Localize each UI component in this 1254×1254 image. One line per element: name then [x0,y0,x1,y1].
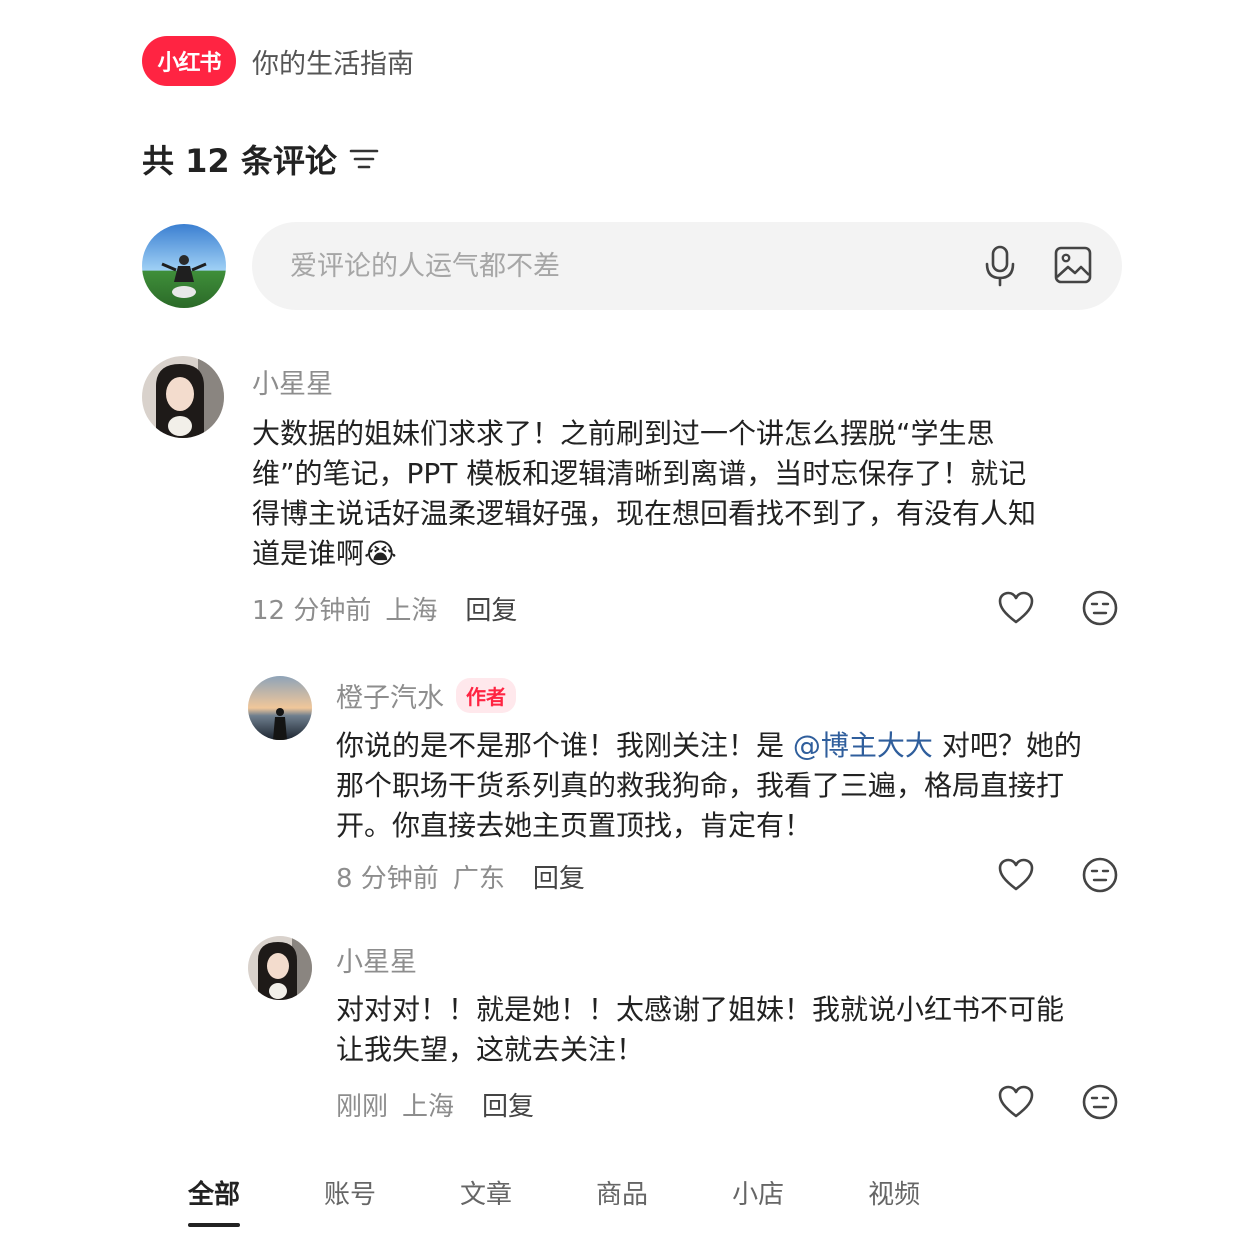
commenter-avatar[interactable] [248,936,312,1000]
xiaohongshu-logo[interactable]: 小红书 [142,36,236,86]
comment-meta: 8 分钟前 广东 回复 [336,858,585,895]
comment-time: 12 分钟前 [252,596,372,626]
dislike-face-icon[interactable] [1082,590,1118,626]
like-heart-icon[interactable] [998,591,1034,625]
comment-text-part: 你说的是不是那个谁！我刚关注！是 [336,729,793,762]
comment-location: 上海 [385,596,438,626]
reply-button[interactable]: 回复 [482,1086,534,1123]
dislike-face-icon[interactable] [1082,1084,1118,1120]
app-slogan: 你的生活指南 [252,48,414,80]
comment-text: 大数据的姐妹们求求了！之前刷到过一个讲怎么摆脱“学生思维”的笔记，PPT 模板和… [252,417,1037,570]
commenter-name: 橙子汽水 作者 [336,676,516,715]
dislike-face-icon[interactable] [1082,857,1118,893]
comment-text: 对对对！！就是她！！太感谢了姐妹！我就说小红书不可能让我失望，这就去关注！ [336,993,1065,1066]
tab-products[interactable]: 商品 [596,1174,648,1211]
reply-button[interactable]: 回复 [465,590,517,627]
comment-meta: 12 分钟前 上海 回复 [252,590,517,627]
like-heart-icon[interactable] [998,1085,1034,1119]
comment-count: 共 12 条评论 [142,142,337,180]
sort-filter-icon[interactable] [349,147,379,171]
tab-videos[interactable]: 视频 [868,1174,920,1211]
tab-shops[interactable]: 小店 [732,1174,784,1211]
comments-header: 共 12 条评论 [142,136,379,182]
comment-input-box[interactable] [252,222,1122,310]
microphone-icon[interactable] [982,244,1018,288]
my-avatar[interactable] [142,224,226,308]
commenter-name[interactable]: 小星星 [336,940,417,979]
mention-link[interactable]: @博主大大 [793,729,933,762]
comment-location: 上海 [402,1092,455,1122]
reply-button[interactable]: 回复 [533,858,585,895]
commenter-avatar[interactable] [142,356,224,438]
comment-text: 你说的是不是那个谁！我刚关注！是 @博主大大 对吧？她的那个职场干货系列真的救我… [336,726,1096,846]
commenter-name-text[interactable]: 橙子汽水 [336,676,444,715]
commenter-avatar[interactable] [248,676,312,740]
comment-composer [142,222,1122,310]
commenter-name[interactable]: 小星星 [252,362,333,401]
tab-all[interactable]: 全部 [188,1174,241,1227]
app-header: 小红书 你的生活指南 [142,36,414,86]
comment-location: 广东 [452,864,505,894]
tab-articles[interactable]: 文章 [460,1174,512,1211]
comment-input[interactable] [290,250,930,282]
comment-meta: 刚刚 上海 回复 [336,1086,534,1123]
comment-time: 8 分钟前 [336,864,439,894]
tab-accounts[interactable]: 账号 [324,1174,376,1211]
comment-time: 刚刚 [336,1092,389,1122]
image-upload-icon[interactable] [1054,246,1092,284]
search-tabs: 全部 账号 文章 商品 小店 视频 [188,1174,1004,1227]
like-heart-icon[interactable] [998,858,1034,892]
author-badge: 作者 [456,678,516,713]
